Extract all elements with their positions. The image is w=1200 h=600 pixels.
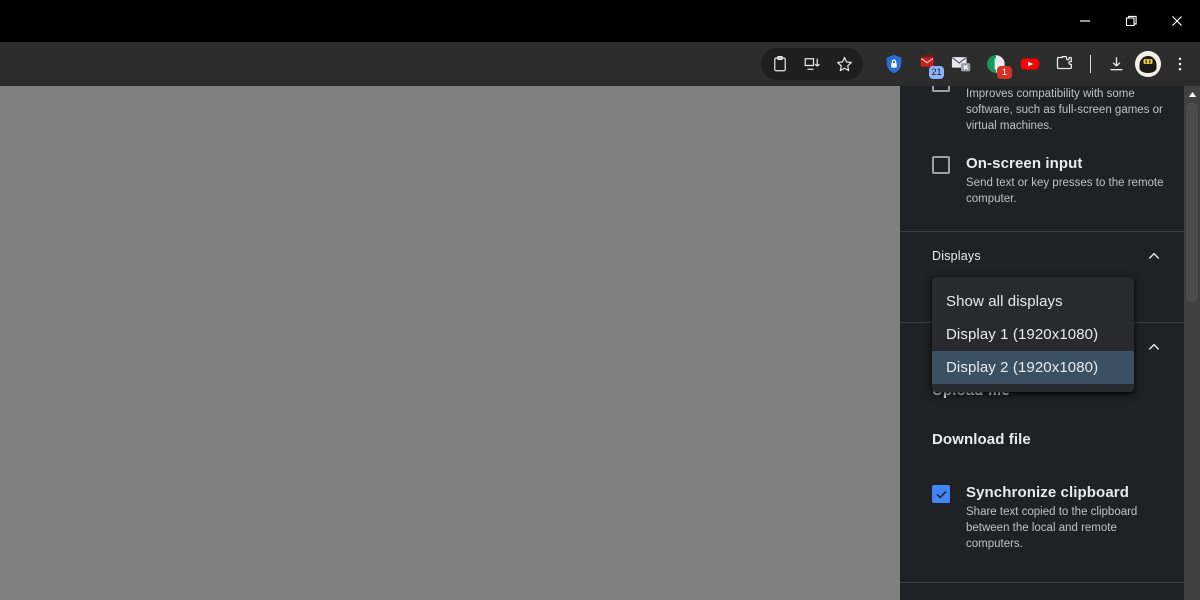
onscreen-input-checkbox[interactable] xyxy=(932,156,950,174)
star-icon xyxy=(836,56,852,71)
remote-settings-panel: Improves compatibility with some softwar… xyxy=(900,86,1184,600)
envelope-x-icon xyxy=(951,57,971,72)
extension-youtube[interactable] xyxy=(1013,48,1047,80)
menu-item-display-1[interactable]: Display 1 (1920x1080) xyxy=(932,318,1134,351)
displays-dropdown-menu[interactable]: Show all displays Display 1 (1920x1080) … xyxy=(932,277,1134,392)
downloads-button[interactable] xyxy=(1100,48,1132,80)
scrollbar-track[interactable] xyxy=(1184,102,1200,600)
save-and-share-button[interactable] xyxy=(796,48,828,80)
cast-icon xyxy=(804,58,820,70)
onscreen-input-label: On-screen input xyxy=(966,155,1083,172)
bookmark-button[interactable] xyxy=(828,48,860,80)
setting-row-onscreen-input[interactable]: On-screen input Send text or key presses… xyxy=(900,144,1184,217)
sync-clipboard-description: Share text copied to the clipboard betwe… xyxy=(966,506,1138,550)
panel-scrollbar[interactable] xyxy=(1184,86,1200,600)
scrollbar-thumb[interactable] xyxy=(1186,102,1198,302)
extension-badge: 21 xyxy=(929,66,944,79)
window-minimize-button[interactable] xyxy=(1062,0,1108,42)
account-avatar xyxy=(1135,51,1161,77)
sync-clipboard-label: Synchronize clipboard xyxy=(966,484,1129,501)
toolbar-action-pill xyxy=(761,48,863,80)
scroll-up-arrow-icon[interactable] xyxy=(1184,86,1200,102)
checkbox-partial[interactable] xyxy=(932,86,950,92)
window-title-bar xyxy=(0,0,1200,42)
extension-mail[interactable]: 21 xyxy=(911,48,945,80)
menu-item-show-all-displays[interactable]: Show all displays xyxy=(932,285,1134,318)
close-icon xyxy=(1172,16,1182,26)
download-file-button[interactable]: Download file xyxy=(900,420,1184,459)
minimize-icon xyxy=(1080,20,1090,22)
setting-row-sync-clipboard[interactable]: Synchronize clipboard Share text copied … xyxy=(900,473,1184,562)
setting-row-partial[interactable]: Improves compatibility with some softwar… xyxy=(900,86,1184,144)
extensions-button[interactable] xyxy=(1047,48,1081,80)
copy-link-button[interactable] xyxy=(764,48,796,80)
toolbar-divider xyxy=(1090,55,1091,73)
browser-toolbar: 21 1 xyxy=(0,42,1200,86)
shield-lock-icon xyxy=(886,54,902,74)
extension-badge: 1 xyxy=(997,66,1012,79)
window-maximize-button[interactable] xyxy=(1108,0,1154,42)
extension-notes[interactable]: 1 xyxy=(979,48,1013,80)
three-dot-menu-icon xyxy=(1178,57,1182,71)
extension-password-manager[interactable] xyxy=(877,48,911,80)
browser-menu-button[interactable] xyxy=(1164,48,1196,80)
onscreen-input-description: Send text or key presses to the remote c… xyxy=(966,177,1164,205)
restore-icon xyxy=(1125,15,1137,27)
section-divider xyxy=(900,582,1184,583)
checkmark-icon xyxy=(936,490,946,498)
youtube-icon xyxy=(1020,58,1040,70)
sync-clipboard-checkbox[interactable] xyxy=(932,485,950,503)
group-header-displays[interactable]: Displays xyxy=(900,232,1184,280)
displays-group-label: Displays xyxy=(932,249,981,263)
puzzle-icon xyxy=(1056,56,1072,70)
remote-desktop-viewport[interactable] xyxy=(0,86,900,600)
settings-scroll-area: Improves compatibility with some softwar… xyxy=(900,86,1184,600)
avatar xyxy=(1135,51,1161,77)
setting-description: Improves compatibility with some softwar… xyxy=(966,88,1163,132)
menu-item-display-2[interactable]: Display 2 (1920x1080) xyxy=(932,351,1134,384)
profile-button[interactable] xyxy=(1132,48,1164,80)
chevron-up-icon[interactable] xyxy=(1144,246,1164,266)
chevron-up-icon[interactable] xyxy=(1144,337,1164,357)
window-close-button[interactable] xyxy=(1154,0,1200,42)
page-body: Improves compatibility with some softwar… xyxy=(0,86,1200,600)
download-icon xyxy=(1110,56,1122,70)
extension-spam-filter[interactable] xyxy=(945,48,979,80)
clipboard-icon xyxy=(774,56,786,72)
